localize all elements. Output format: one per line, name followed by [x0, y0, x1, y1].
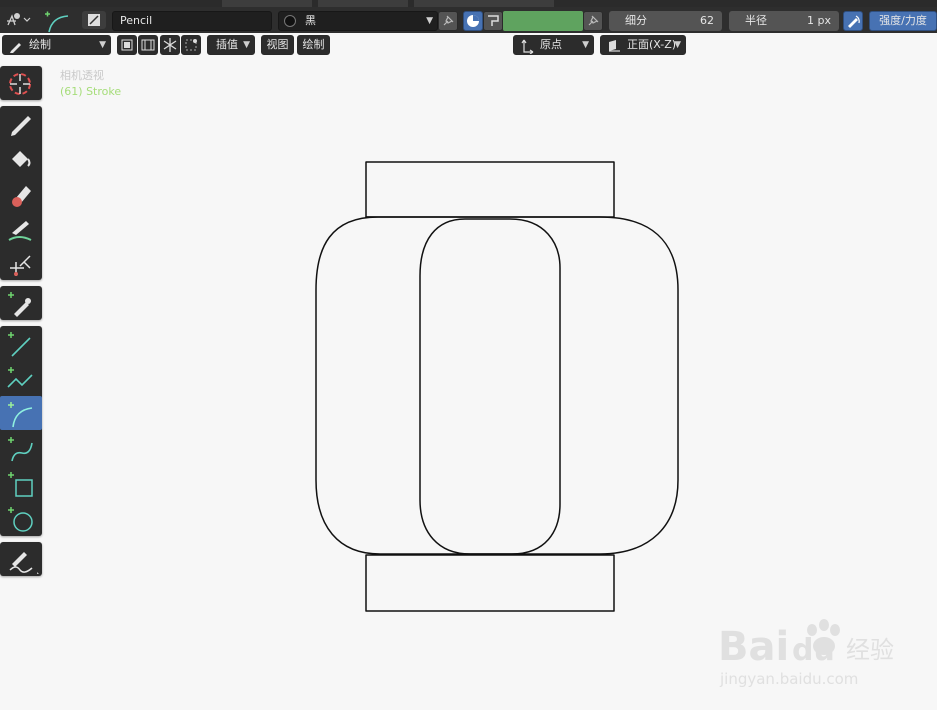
svg-text:jingyan.baidu.com: jingyan.baidu.com	[719, 670, 858, 688]
svg-text:经验: 经验	[846, 636, 894, 664]
top-cap-stroke	[365, 161, 615, 218]
svg-text:Bai: Bai	[718, 624, 789, 670]
bottom-cap-stroke	[365, 554, 615, 612]
baidu-watermark: Bai du 经验 jingyan.baidu.com	[718, 612, 918, 692]
svg-text:du: du	[792, 633, 835, 668]
drawing-canvas[interactable]	[0, 0, 937, 710]
inner-lantern-stroke	[419, 218, 561, 555]
outer-lantern-stroke	[315, 216, 679, 555]
baidu-paw-logo: Bai du 经验 jingyan.baidu.com	[718, 619, 894, 688]
